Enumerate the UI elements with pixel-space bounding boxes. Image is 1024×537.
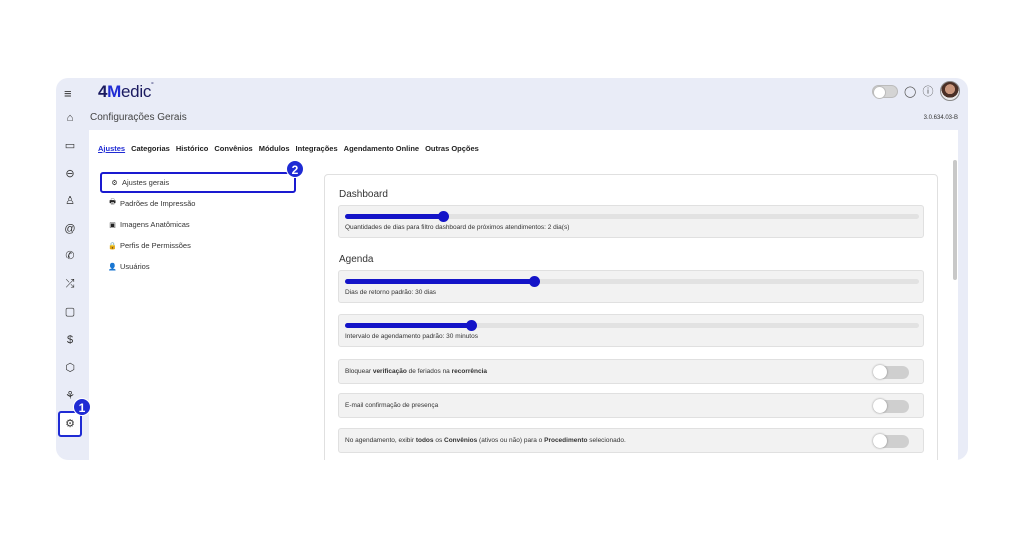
user-icon[interactable]: ♙ bbox=[62, 193, 78, 209]
holiday-switch[interactable] bbox=[873, 365, 909, 379]
menu-item-ajustes-gerais[interactable]: ⚙ Ajustes gerais bbox=[100, 172, 296, 193]
toggle-label: E-mail confirmação de presença bbox=[345, 402, 439, 409]
help-icon[interactable]: ⓘ bbox=[922, 83, 934, 99]
menu-item-imagens-anatomicas[interactable]: ▣ Imagens Anatômicas bbox=[100, 214, 296, 235]
phone-icon[interactable]: ✆ bbox=[62, 248, 78, 264]
menu-item-label: Ajustes gerais bbox=[122, 178, 170, 187]
slider-handle[interactable] bbox=[529, 276, 541, 287]
at-icon[interactable]: @ bbox=[62, 221, 78, 237]
tab-convenios[interactable]: Convênios bbox=[214, 144, 252, 153]
slider-fill bbox=[345, 214, 443, 219]
cube-icon[interactable]: ⬡ bbox=[62, 360, 78, 376]
slider-label: Dias de retorno padrão: 30 dias bbox=[345, 289, 437, 296]
lock-icon: 🔒 bbox=[108, 242, 117, 250]
email-toggle-row: E-mail confirmação de presença bbox=[338, 393, 924, 418]
theme-toggle[interactable] bbox=[872, 84, 898, 99]
dollar-icon[interactable]: $ bbox=[62, 332, 78, 348]
settings-area: Dashboard Quantidades de dias para filtr… bbox=[324, 174, 938, 460]
section-title-agenda: Agenda bbox=[339, 254, 374, 265]
tab-ajustes[interactable]: Ajustes bbox=[98, 144, 125, 153]
car-icon[interactable]: ⊖ bbox=[62, 166, 78, 182]
image-icon: ▣ bbox=[109, 221, 116, 229]
tab-integracoes[interactable]: Integrações bbox=[296, 144, 338, 153]
email-switch[interactable] bbox=[873, 399, 909, 413]
slider-track[interactable] bbox=[345, 211, 919, 222]
return-days-slider-box: Dias de retorno padrão: 30 dias bbox=[338, 270, 924, 303]
chat-icon[interactable]: ◯ bbox=[904, 85, 916, 98]
tab-agendamento-online[interactable]: Agendamento Online bbox=[344, 144, 419, 153]
slider-fill bbox=[345, 323, 472, 328]
printer-icon: 🖶 bbox=[109, 199, 116, 206]
tab-outras-opcoes[interactable]: Outras Opções bbox=[425, 144, 479, 153]
menu-icon[interactable]: ≡ bbox=[64, 86, 72, 101]
tab-modulos[interactable]: Módulos bbox=[259, 144, 290, 153]
menu-item-label: Imagens Anatômicas bbox=[120, 220, 190, 229]
page-title: Configurações Gerais bbox=[90, 112, 187, 123]
scrollbar[interactable] bbox=[953, 160, 957, 280]
convenios-switch[interactable] bbox=[873, 434, 909, 448]
step-badge-2: 2 bbox=[286, 160, 304, 178]
logo: 4Medic° bbox=[98, 82, 154, 101]
toggle-label: No agendamento, exibir todos os Convênio… bbox=[345, 437, 626, 444]
interval-slider-box: Intervalo de agendamento padrão: 30 minu… bbox=[338, 314, 924, 347]
home-icon[interactable]: ⌂ bbox=[62, 110, 78, 126]
app-window: ≡ 4Medic° ◯ ⓘ Configurações Gerais 3.0.6… bbox=[56, 78, 968, 460]
tab-historico[interactable]: Histórico bbox=[176, 144, 209, 153]
version-label: 3.0.634.03-B bbox=[923, 115, 958, 121]
slider-fill bbox=[345, 279, 535, 284]
top-right-controls: ◯ ⓘ bbox=[872, 81, 960, 101]
clipboard-icon[interactable]: ▢ bbox=[62, 304, 78, 320]
avatar[interactable] bbox=[940, 81, 960, 101]
user-icon: 👤 bbox=[108, 263, 117, 271]
dashboard-days-slider-box: Quantidades de dias para filtro dashboar… bbox=[338, 205, 924, 238]
slider-label: Quantidades de dias para filtro dashboar… bbox=[345, 224, 570, 231]
shuffle-icon[interactable]: ⤮ bbox=[62, 276, 78, 292]
menu-item-label: Perfis de Permissões bbox=[120, 241, 191, 250]
gears-icon: ⚙ bbox=[111, 179, 118, 187]
menu-item-label: Padrões de Impressão bbox=[120, 199, 196, 208]
calendar-icon[interactable]: ▭ bbox=[62, 138, 78, 154]
tabs: Ajustes Categorias Histórico Convênios M… bbox=[98, 144, 479, 153]
slider-handle[interactable] bbox=[466, 320, 478, 331]
slider-track[interactable] bbox=[345, 276, 919, 287]
slider-label: Intervalo de agendamento padrão: 30 minu… bbox=[345, 333, 478, 340]
toggle-label: Bloquear verificação de feriados na reco… bbox=[345, 368, 488, 375]
holiday-toggle-row: Bloquear verificação de feriados na reco… bbox=[338, 359, 924, 384]
tab-categorias[interactable]: Categorias bbox=[131, 144, 170, 153]
convenios-toggle-row: No agendamento, exibir todos os Convênio… bbox=[338, 428, 924, 453]
slider-handle[interactable] bbox=[437, 211, 449, 222]
section-title-dashboard: Dashboard bbox=[339, 189, 388, 200]
menu-item-perfis-permissoes[interactable]: 🔒 Perfis de Permissões bbox=[100, 235, 296, 256]
menu-item-label: Usuários bbox=[120, 262, 150, 271]
settings-menu: ⚙ Ajustes gerais 🖶 Padrões de Impressão … bbox=[100, 172, 296, 277]
menu-item-usuarios[interactable]: 👤 Usuários bbox=[100, 256, 296, 277]
step-badge-1: 1 bbox=[73, 398, 91, 416]
slider-track[interactable] bbox=[345, 320, 919, 331]
content-panel: Ajustes Categorias Histórico Convênios M… bbox=[89, 130, 958, 460]
menu-item-padroes-impressao[interactable]: 🖶 Padrões de Impressão bbox=[100, 193, 296, 214]
